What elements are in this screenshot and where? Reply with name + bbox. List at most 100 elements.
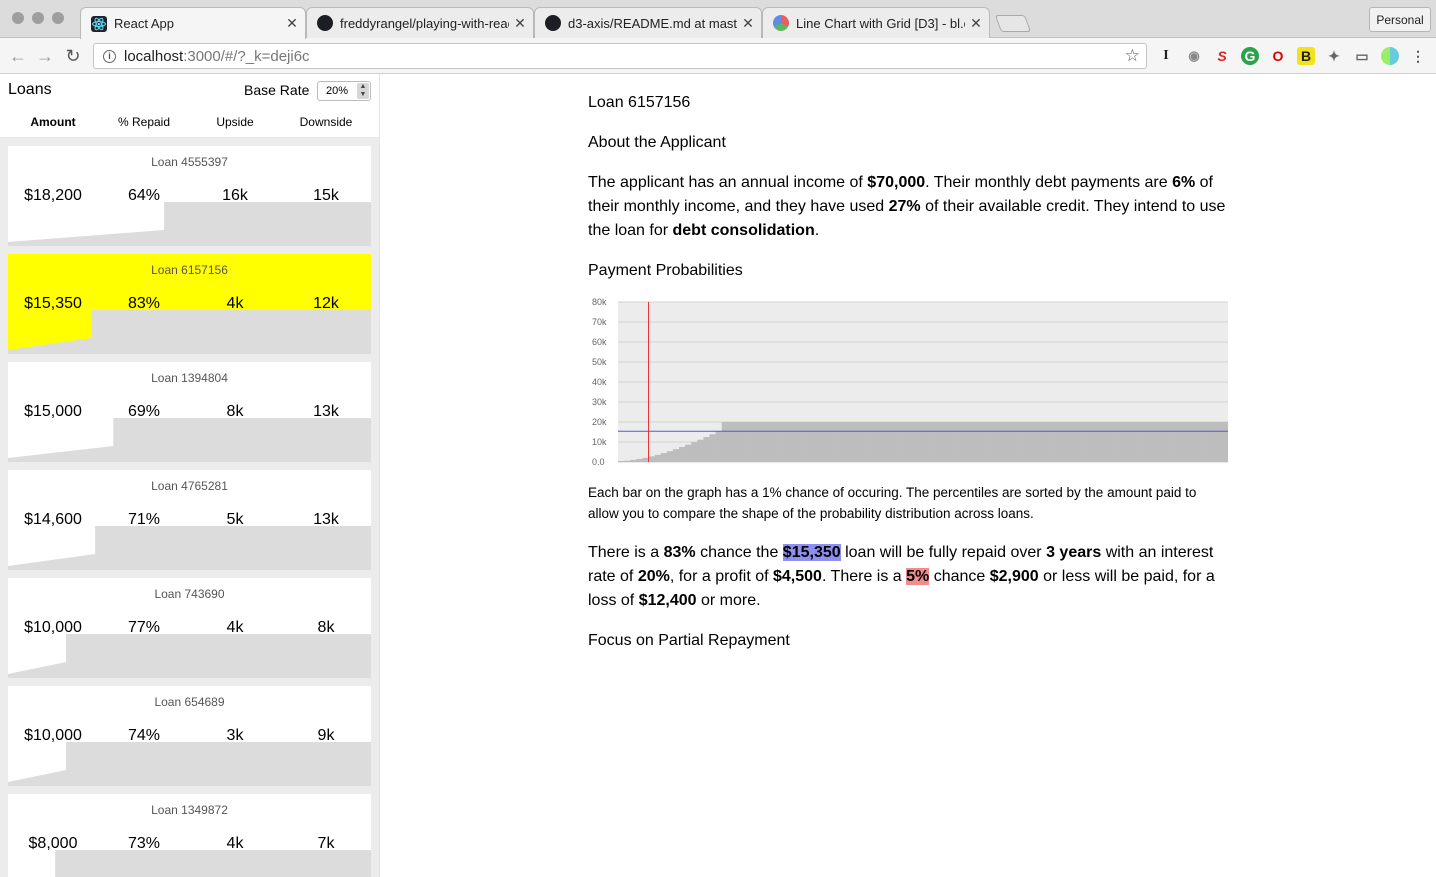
sparkline-area (8, 202, 371, 246)
chart-bar (733, 422, 741, 462)
chart-bar (1203, 422, 1210, 462)
chart-bar (782, 422, 790, 462)
sparkline-area (8, 310, 371, 354)
chart-bar (929, 422, 936, 462)
color-wheel-icon[interactable] (1381, 47, 1399, 65)
loan-card[interactable]: Loan 4765281 $14,600 71% 5k 13k (8, 470, 371, 570)
chart-bar (679, 446, 686, 462)
window-zoom-button[interactable] (52, 12, 64, 24)
base-rate-select[interactable]: 20% ▲ ▼ (317, 81, 371, 101)
chart-bar (1032, 422, 1040, 462)
tab-close-icon[interactable]: ✕ (285, 15, 299, 32)
profile-button[interactable]: Personal (1369, 7, 1431, 32)
loan-card[interactable]: Loan 1394804 $15,000 69% 8k 13k (8, 362, 371, 462)
chart-bar (1221, 422, 1228, 462)
chart-bar (1136, 422, 1143, 462)
camera-icon[interactable]: ◉ (1185, 47, 1203, 65)
chart-bar (1026, 422, 1034, 462)
chart-y-tick: 50k (592, 357, 607, 367)
sort-amount[interactable]: Amount (8, 115, 98, 129)
browser-tab-github-2[interactable]: d3-axis/README.md at master ✕ (534, 7, 762, 38)
sparkline-area (8, 742, 371, 786)
instapaper-icon[interactable]: I (1157, 47, 1175, 65)
menu-dots-icon[interactable]: ⋮ (1409, 47, 1427, 65)
sort-downside[interactable]: Downside (281, 115, 371, 129)
about-heading: About the Applicant (588, 134, 726, 151)
loan-name: Loan 4555397 (151, 155, 228, 169)
chart-bar (703, 437, 710, 462)
chart-bar (721, 422, 729, 462)
tab-close-icon[interactable]: ✕ (969, 15, 983, 32)
chart-bar (770, 422, 777, 462)
forward-arrow-icon[interactable]: → (35, 46, 55, 66)
chart-bar (1063, 422, 1070, 462)
tab-title: d3-axis/README.md at master (568, 15, 737, 31)
chart-bar (807, 422, 814, 462)
chart-y-tick: 30k (592, 397, 607, 407)
chart-bar (892, 422, 899, 462)
chart-bar (935, 422, 942, 462)
new-tab-button[interactable] (994, 15, 1032, 32)
tab-title: Line Chart with Grid [D3] - bl.ocks (796, 15, 965, 31)
chart-bar (1142, 422, 1149, 462)
b-extension-icon[interactable]: B (1297, 47, 1315, 65)
reload-icon[interactable]: ↻ (63, 46, 83, 66)
chart-bar (813, 422, 820, 462)
chart-bar (959, 422, 966, 462)
loan-list: Loan 4555397 $18,200 64% 16k 15k Loan 6157156… (0, 138, 379, 877)
chart-bar (1160, 422, 1168, 462)
chart-bar (825, 422, 832, 462)
sort-upside[interactable]: Upside (190, 115, 280, 129)
base-rate-value: 20% (326, 85, 349, 97)
chart-bar (727, 422, 735, 462)
sidebar-header: Loans Base Rate 20% ▲ ▼ Amount % Repaid U… (0, 74, 379, 138)
chart-bar (618, 461, 625, 462)
loan-card[interactable]: Loan 743690 $10,000 77% 4k 8k (8, 578, 371, 678)
loan-name: Loan 1394804 (151, 371, 228, 385)
grammarly-icon[interactable]: G (1241, 47, 1259, 65)
repayment-summary: There is a 83% chance the $15,350 loan w… (588, 544, 1215, 609)
info-icon[interactable]: i (103, 49, 116, 63)
chart-bar (965, 422, 973, 462)
sort-repaid[interactable]: % Repaid (99, 115, 189, 129)
chart-bar (1197, 422, 1204, 462)
tab-close-icon[interactable]: ✕ (741, 15, 755, 32)
browser-tab-github-1[interactable]: freddyrangel/playing-with-react ✕ (306, 7, 534, 38)
opera-icon[interactable]: O (1269, 47, 1287, 65)
chart-bar (874, 422, 881, 462)
chart-bar (1179, 422, 1186, 462)
s-extension-icon[interactable]: S (1213, 47, 1231, 65)
window-minimize-button[interactable] (32, 12, 44, 24)
url-path: :3000/#/?_k=deji6c (183, 47, 310, 65)
address-bar[interactable]: i localhost:3000/#/?_k=deji6c ☆ (93, 43, 1147, 69)
cast-icon[interactable]: ▭ (1353, 47, 1371, 65)
browser-toolbar: ← → ↻ i localhost:3000/#/?_k=deji6c ☆ I … (0, 38, 1436, 74)
tab-close-icon[interactable]: ✕ (513, 15, 527, 32)
chart-bar (752, 422, 759, 462)
window-close-button[interactable] (12, 12, 24, 24)
chart-bar (1148, 422, 1156, 462)
loan-card[interactable]: Loan 1349872 $8,000 73% 4k 7k (8, 794, 371, 877)
chart-bar (1051, 422, 1058, 462)
pin-icon[interactable]: ✦ (1325, 47, 1343, 65)
chart-y-tick: 40k (592, 377, 607, 387)
loan-card[interactable]: Loan 4555397 $18,200 64% 16k 15k (8, 146, 371, 246)
chart-bar (1093, 422, 1101, 462)
bookmark-star-icon[interactable]: ☆ (1125, 46, 1140, 66)
chart-bar (1112, 422, 1119, 462)
browser-tab-react-app[interactable]: React App ✕ (80, 7, 306, 39)
back-arrow-icon[interactable]: ← (8, 46, 28, 66)
chart-bar (1215, 422, 1223, 462)
loan-card[interactable]: Loan 654689 $10,000 74% 3k 9k (8, 686, 371, 786)
chart-bar (1191, 422, 1198, 462)
chart-bar (642, 457, 649, 462)
chart-bar (1167, 422, 1174, 462)
chart-bar (1185, 422, 1192, 462)
focus-heading[interactable]: Focus on Partial Repayment (588, 629, 1228, 653)
about-text: The applicant has an annual income of $7… (588, 174, 1226, 239)
loan-card[interactable]: Loan 6157156 $15,350 83% 4k 12k (8, 254, 371, 354)
browser-tab-blocks[interactable]: Line Chart with Grid [D3] - bl.ocks ✕ (762, 7, 990, 38)
chart-bar (1002, 422, 1009, 462)
chart-bar (819, 422, 826, 462)
chart-bar (1124, 422, 1131, 462)
